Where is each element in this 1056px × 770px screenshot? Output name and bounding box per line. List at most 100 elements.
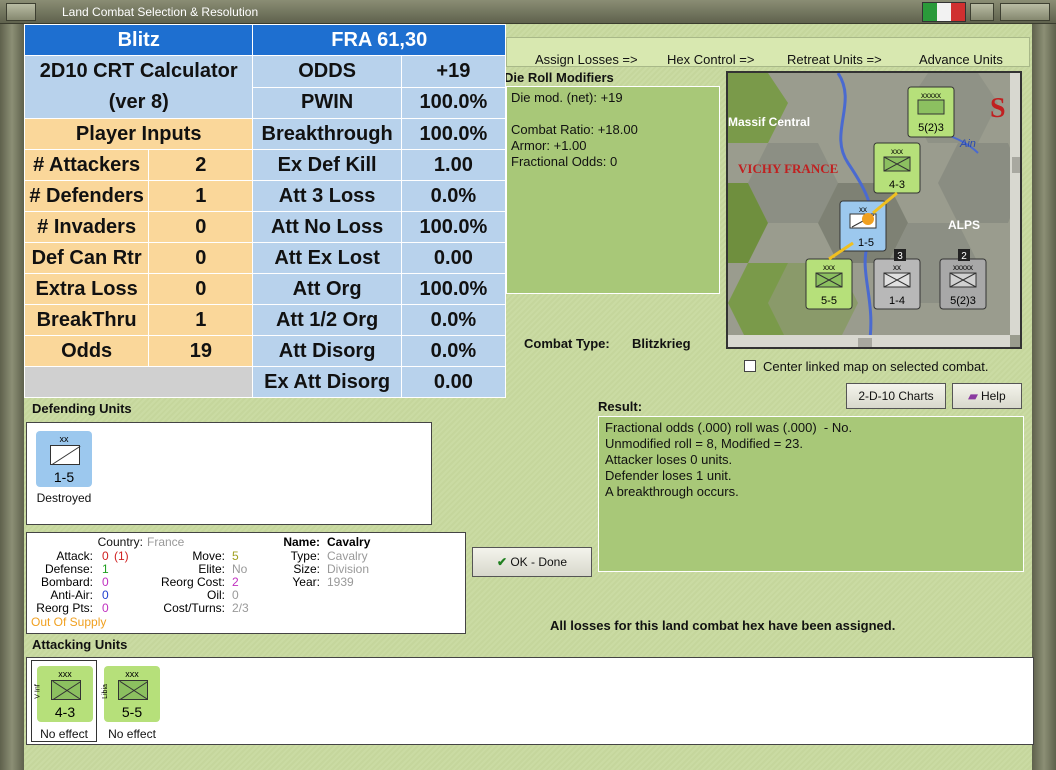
left-border: [0, 24, 24, 770]
attacker-status: No effect: [108, 727, 156, 741]
map-unit-5-5[interactable]: xxx 5-5: [805, 258, 853, 310]
input-value[interactable]: 0: [148, 242, 254, 274]
output-value: 0.00: [400, 242, 507, 274]
charts-button[interactable]: 2-D-10 Charts: [846, 383, 946, 409]
attacker-unit-counter[interactable]: xxx V Inf 4-3: [34, 666, 93, 722]
result-line: Defender loses 1 unit.: [605, 468, 732, 483]
supply-status: Out Of Supply: [31, 615, 107, 629]
attacking-units-box: xxx V Inf 4-3 No effect xxx Libia 5-5 No…: [26, 657, 1034, 745]
reorg-pts-value: 0: [102, 601, 109, 615]
output-value: +19: [400, 55, 507, 88]
elite-value: No: [232, 562, 248, 576]
output-value: 100.0%: [400, 211, 507, 243]
output-label: Att Ex Lost: [252, 242, 402, 274]
map-hscroll-thumb[interactable]: [858, 338, 872, 348]
unit-size-tag: xx: [59, 434, 69, 444]
unit-strength: 4-3: [54, 704, 76, 720]
input-value[interactable]: 1: [148, 180, 254, 212]
year-label: Year:: [292, 575, 320, 589]
map-unit-5-2-3-top[interactable]: xxxxx 5(2)3: [907, 86, 955, 138]
help-button[interactable]: ▰ Help: [952, 383, 1022, 409]
center-linked-map-checkbox[interactable]: [744, 360, 756, 372]
input-label: Def Can Rtr: [23, 242, 150, 274]
defender-unit-counter[interactable]: xx 1-5: [36, 431, 92, 487]
attacker-status: No effect: [40, 727, 88, 741]
linked-map[interactable]: S Massif Central VICHY FRANCE ALPS Ain x…: [726, 71, 1022, 349]
modifier-line: Fractional Odds: 0: [511, 154, 618, 169]
modifier-line: Armor: +1.00: [511, 138, 587, 153]
elite-label: Elite:: [198, 562, 225, 576]
checkmark-icon: ✔: [496, 555, 507, 569]
map-unit-4-3[interactable]: xxx 4-3: [873, 142, 921, 194]
unit-strength: 1-5: [53, 469, 75, 485]
hex-control-command[interactable]: Hex Control =>: [667, 52, 754, 67]
input-value[interactable]: 19: [148, 335, 254, 367]
input-value[interactable]: 0: [148, 211, 254, 243]
input-value[interactable]: 1: [148, 304, 254, 336]
defense-value: 1: [102, 562, 109, 576]
input-label: Extra Loss: [23, 273, 150, 305]
input-label: # Attackers: [23, 149, 150, 181]
map-view[interactable]: S Massif Central VICHY FRANCE ALPS Ain x…: [728, 73, 1022, 349]
oil-value: 0: [232, 588, 239, 602]
attack-paren-value: (1): [114, 549, 129, 563]
calc-title-line1: 2D10 CRT Calculator: [39, 60, 238, 82]
help-book-icon: ▰: [968, 389, 978, 403]
type-value: Cavalry: [327, 549, 368, 563]
output-value: 1.00: [400, 149, 507, 181]
italy-flag-icon: [922, 2, 966, 22]
svg-text:1-5: 1-5: [858, 237, 874, 249]
retreat-units-command[interactable]: Retreat Units =>: [787, 52, 882, 67]
move-value: 5: [232, 549, 239, 563]
phase-command-bar: Assign Losses => Hex Control => Retreat …: [506, 37, 1030, 67]
ok-done-label: OK - Done: [510, 555, 568, 569]
antiair-label: Anti-Air:: [50, 588, 93, 602]
infantry-symbol-icon: [118, 680, 148, 700]
input-value[interactable]: 2: [148, 149, 254, 181]
combat-type-value: Blitzkrieg: [632, 336, 691, 351]
output-label: Att Disorg: [252, 335, 402, 367]
advance-units-command[interactable]: Advance Units: [919, 52, 1003, 67]
unit-size-tag: xxx: [58, 669, 72, 679]
output-label: Breakthrough: [252, 118, 402, 150]
result-line: Attacker loses 0 units.: [605, 452, 733, 467]
svg-text:5-5: 5-5: [821, 295, 837, 307]
defender-status: Destroyed: [36, 491, 92, 505]
map-label-s: S: [990, 93, 1006, 124]
svg-text:xx: xx: [859, 205, 867, 214]
minimize-button[interactable]: [970, 3, 994, 21]
modifier-line: Die mod. (net): +19: [511, 90, 623, 105]
map-vscroll-thumb[interactable]: [1012, 157, 1022, 173]
input-label: BreakThru: [23, 304, 150, 336]
combat-type-label: Combat Type:: [524, 336, 610, 351]
system-menu-button[interactable]: [6, 3, 36, 21]
input-value[interactable]: 0: [148, 273, 254, 305]
move-label: Move:: [192, 549, 225, 563]
oil-label: Oil:: [207, 588, 225, 602]
ok-done-button[interactable]: ✔ OK - Done: [472, 547, 592, 577]
right-border: [1032, 24, 1056, 770]
output-value: 0.00: [400, 366, 507, 398]
map-label-vichy: VICHY FRANCE: [738, 161, 838, 176]
input-label: # Invaders: [23, 211, 150, 243]
title-bar[interactable]: Land Combat Selection & Resolution: [0, 0, 1056, 24]
output-label: Att 3 Loss: [252, 180, 402, 212]
close-button[interactable]: [1000, 3, 1050, 21]
player-inputs-label: Player Inputs: [23, 118, 254, 150]
svg-text:xx: xx: [893, 263, 901, 272]
assign-losses-command[interactable]: Assign Losses =>: [535, 52, 638, 67]
unit-side-label: V Inf: [34, 684, 42, 699]
reorg-cost-value: 2: [232, 575, 239, 589]
svg-text:5(2)3: 5(2)3: [918, 122, 944, 134]
output-value: 0.0%: [400, 304, 507, 336]
map-label-alps: ALPS: [948, 218, 980, 232]
empty-cell: [23, 366, 254, 398]
die-roll-modifiers-panel: Die mod. (net): +19 Combat Ratio: +18.00…: [506, 86, 720, 294]
cavalry-symbol-icon: [50, 445, 81, 466]
status-message: All losses for this land combat hex have…: [550, 618, 896, 633]
unit-size-tag: xxx: [125, 669, 139, 679]
output-label: Att No Loss: [252, 211, 402, 243]
defending-units-box: xx 1-5 Destroyed: [26, 422, 432, 525]
svg-text:xxxxx: xxxxx: [921, 91, 941, 100]
attacker-unit-counter[interactable]: xxx Libia 5-5: [102, 666, 160, 722]
